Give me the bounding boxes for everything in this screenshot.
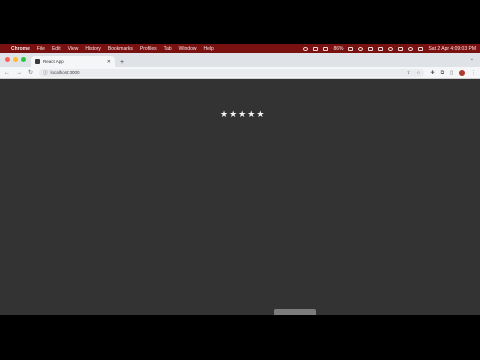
- menubar-status-area: 86% Sat 2 Apr 4:09:03 PM: [303, 46, 476, 52]
- forward-button[interactable]: →: [16, 70, 22, 76]
- menubar-item-history[interactable]: History: [85, 46, 101, 52]
- menubar-item-bookmarks[interactable]: Bookmarks: [108, 46, 133, 52]
- star-rating[interactable]: ★ ★ ★ ★ ★: [220, 110, 264, 119]
- toolbar-icons: ✚ ⧉ ▯ ⋮: [430, 69, 476, 76]
- menubar-left: Chrome File Edit View History Bookmarks …: [4, 46, 214, 52]
- menu-kebab-icon[interactable]: ⋮: [471, 70, 476, 76]
- menubar-item-view[interactable]: View: [68, 46, 79, 52]
- zoom-window-button[interactable]: [21, 57, 26, 62]
- letterbox-bottom: [0, 315, 480, 360]
- tab-title: React App: [43, 59, 64, 64]
- side-panel-icon[interactable]: ▯: [450, 70, 453, 76]
- favicon-icon: [35, 59, 40, 64]
- translate-icon[interactable]: ⧉: [441, 70, 445, 76]
- profile-avatar[interactable]: [459, 69, 465, 76]
- page-content: ★ ★ ★ ★ ★: [0, 80, 480, 315]
- tab-search-chevron-icon[interactable]: ⌄: [470, 56, 474, 62]
- menubar-clock[interactable]: Sat 2 Apr 4:09:03 PM: [428, 46, 476, 52]
- tab-close-icon[interactable]: ✕: [107, 59, 111, 65]
- record-icon[interactable]: [303, 46, 309, 51]
- new-tab-button[interactable]: +: [120, 59, 124, 66]
- close-window-button[interactable]: [5, 57, 10, 62]
- menubar-item-help[interactable]: Help: [203, 46, 213, 52]
- star-icon[interactable]: ★: [247, 110, 255, 119]
- reload-button[interactable]: ↻: [28, 69, 33, 76]
- control-center-icon[interactable]: [398, 46, 404, 51]
- star-icon[interactable]: ★: [220, 110, 228, 119]
- address-url: localhost:3000: [50, 70, 80, 75]
- menubar-item-tab[interactable]: Tab: [164, 46, 172, 52]
- menubar-item-file[interactable]: File: [37, 46, 45, 52]
- keyboard-icon[interactable]: [348, 46, 354, 51]
- search-icon[interactable]: [408, 46, 414, 51]
- menubar-item-profiles[interactable]: Profiles: [140, 46, 157, 52]
- bookmark-star-icon[interactable]: ☆: [416, 70, 420, 76]
- volume-icon[interactable]: [378, 46, 384, 51]
- tab-react-app[interactable]: React App ✕: [31, 56, 115, 67]
- browser-toolbar: ← → ↻ ⓘ localhost:3000 ⇪ ☆ ✚ ⧉ ▯ ⋮: [0, 67, 480, 79]
- moon-icon[interactable]: [358, 46, 364, 51]
- wifi-icon[interactable]: [388, 46, 394, 51]
- menubar-item-edit[interactable]: Edit: [52, 46, 61, 52]
- omnibox-actions: ⇪ ☆: [407, 70, 421, 76]
- chrome-window: React App ✕ + ⌄ ← → ↻ ⓘ localhost:3000 ⇪…: [0, 53, 480, 315]
- window-controls: [5, 57, 26, 62]
- siri-icon[interactable]: [418, 46, 424, 51]
- bluetooth-icon[interactable]: [368, 46, 374, 51]
- screen-icon[interactable]: [313, 46, 319, 51]
- battery-percent: 86%: [333, 45, 344, 52]
- tab-strip: React App ✕ + ⌄: [0, 53, 480, 67]
- star-icon[interactable]: ★: [238, 110, 246, 119]
- star-icon[interactable]: ★: [256, 110, 264, 119]
- share-icon[interactable]: ⇪: [407, 70, 411, 76]
- menubar-item-window[interactable]: Window: [179, 46, 197, 52]
- extensions-icon[interactable]: ✚: [430, 70, 434, 76]
- star-icon[interactable]: ★: [229, 110, 237, 119]
- minimize-window-button[interactable]: [13, 57, 18, 62]
- battery-icon[interactable]: [323, 46, 329, 51]
- address-bar[interactable]: ⓘ localhost:3000 ⇪ ☆: [39, 68, 425, 77]
- back-button[interactable]: ←: [4, 70, 10, 76]
- menubar-app-name[interactable]: Chrome: [11, 46, 30, 52]
- site-info-icon[interactable]: ⓘ: [43, 70, 48, 76]
- macos-menubar: Chrome File Edit View History Bookmarks …: [0, 44, 480, 53]
